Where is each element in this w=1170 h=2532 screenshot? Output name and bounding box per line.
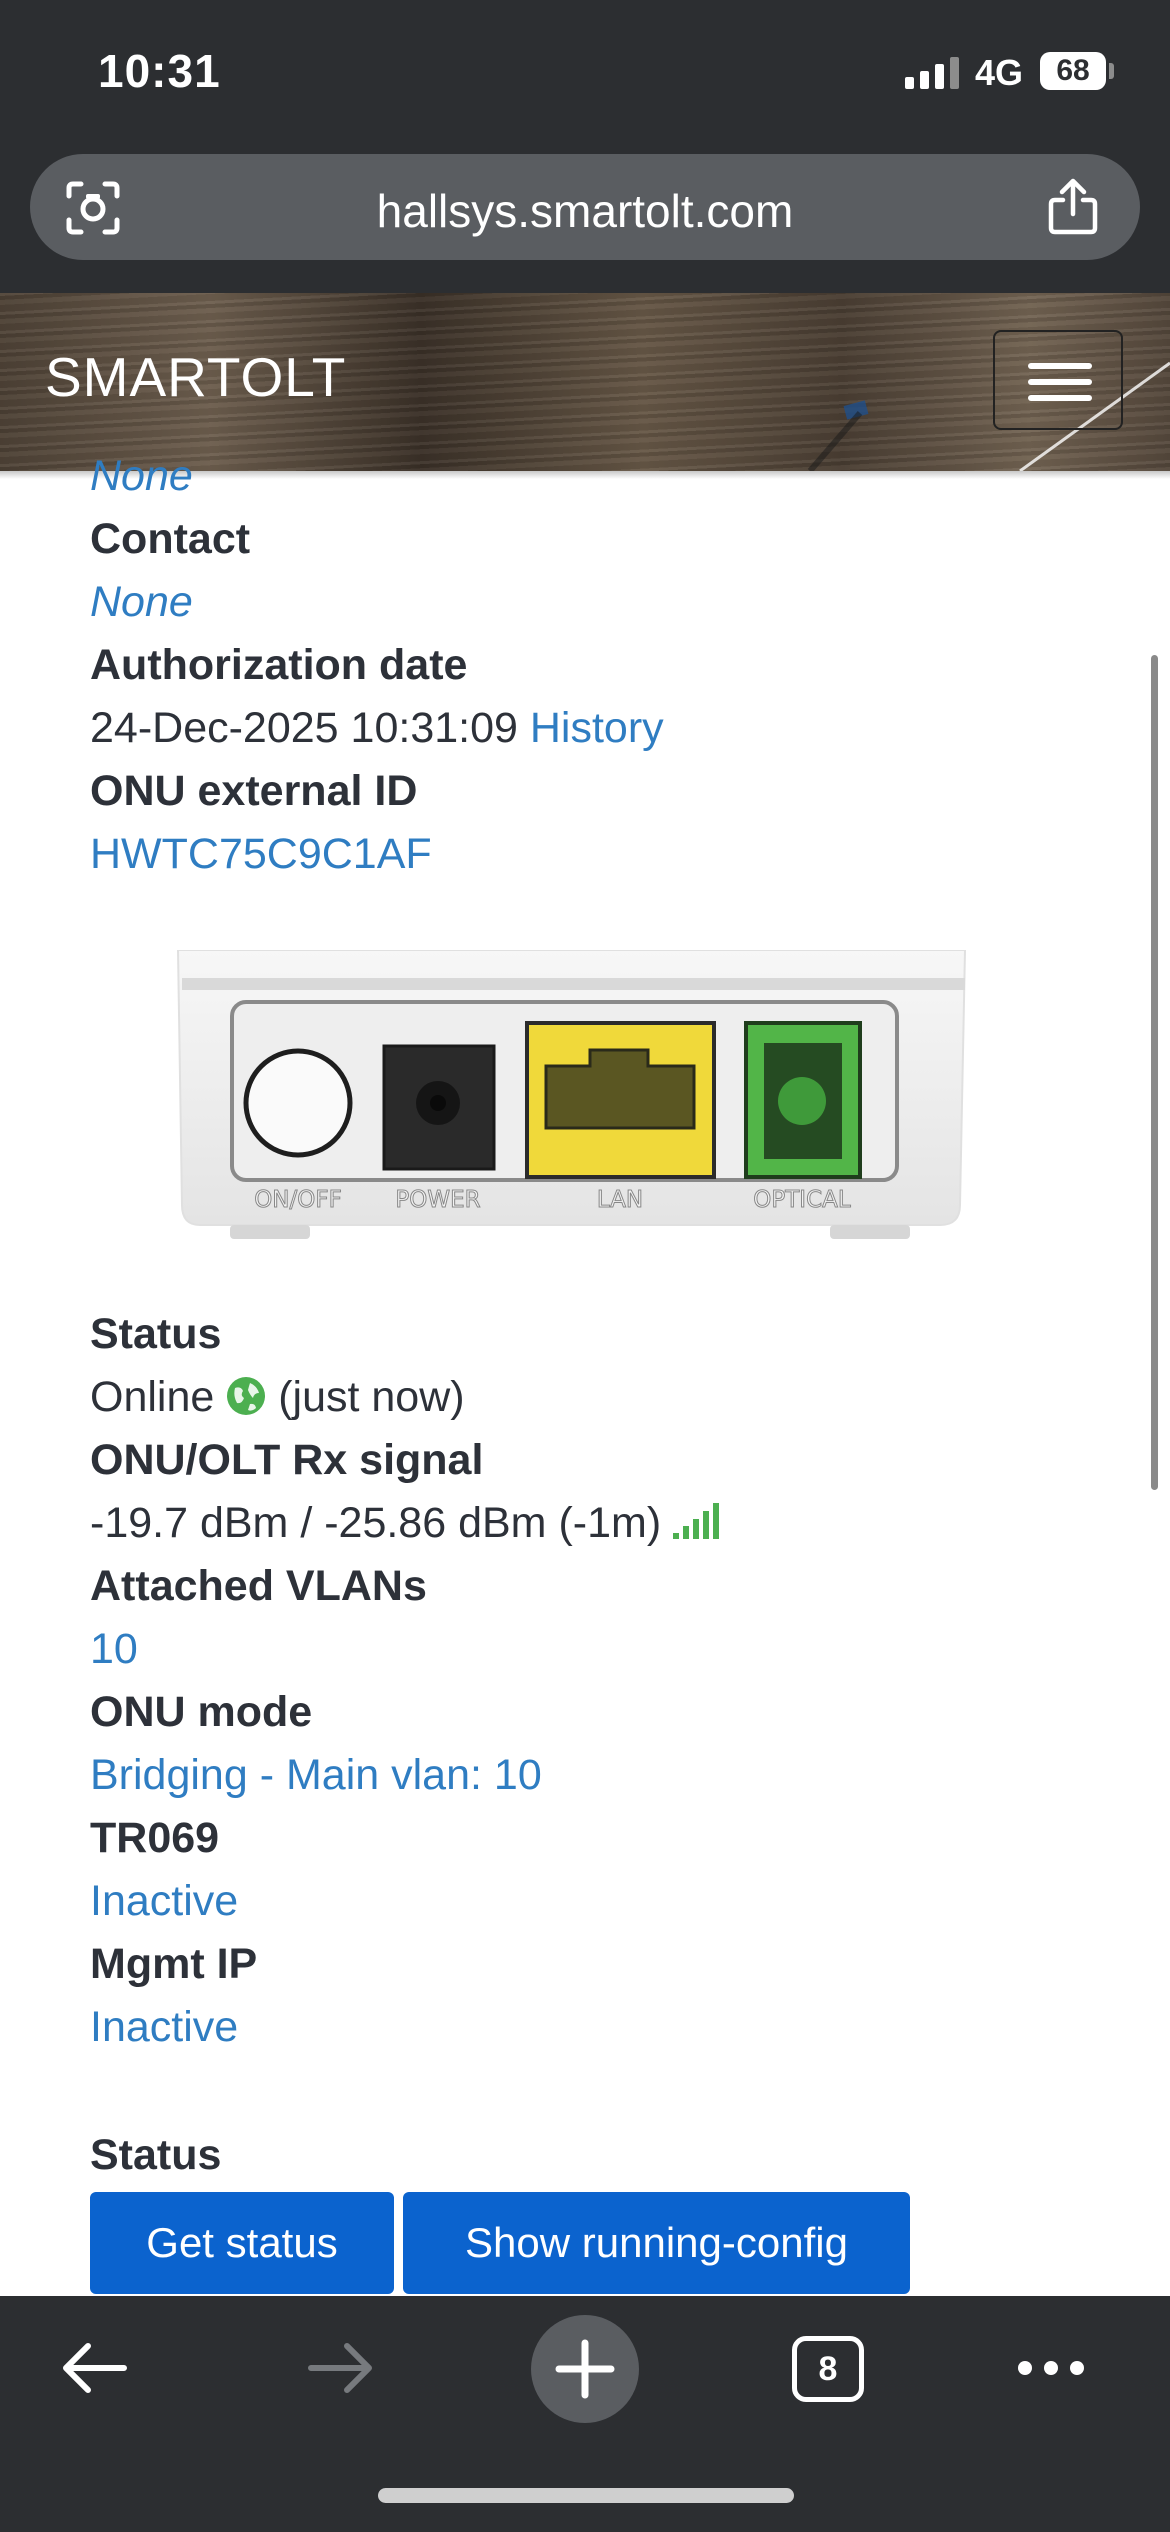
external-id-value[interactable]: HWTC75C9C1AF bbox=[90, 830, 432, 879]
rx-signal-value: -19.7 dBm / -25.86 dBm (-1m) bbox=[90, 1499, 662, 1547]
tr069-value[interactable]: Inactive bbox=[90, 1877, 238, 1926]
site-header: SMARTOLT bbox=[0, 293, 1170, 471]
history-link[interactable]: History bbox=[530, 704, 664, 752]
cellular-signal-icon bbox=[905, 57, 959, 89]
partial-value[interactable]: None bbox=[90, 452, 193, 501]
mgmt-ip-label: Mgmt IP bbox=[90, 1940, 258, 1988]
globe-icon bbox=[227, 1377, 266, 1415]
onu-mode-label: ONU mode bbox=[90, 1688, 313, 1736]
share-icon[interactable] bbox=[1046, 178, 1100, 236]
actions-status-label: Status bbox=[90, 2131, 222, 2179]
rx-signal-row: -19.7 dBm / -25.86 dBm (-1m) bbox=[90, 1499, 721, 1548]
onu-mode-value[interactable]: Bridging - Main vlan: 10 bbox=[90, 1751, 542, 1800]
clock: 10:31 bbox=[98, 45, 221, 97]
network-type: 4G bbox=[975, 52, 1024, 93]
get-status-button[interactable]: Get status bbox=[90, 2192, 394, 2294]
rx-signal-label: ONU/OLT Rx signal bbox=[90, 1436, 484, 1484]
url-text: hallsys.smartolt.com bbox=[376, 185, 794, 237]
onu-device-image: ON/OFF POWER LAN OPTICAL bbox=[176, 950, 967, 1239]
port-label-optical: OPTICAL bbox=[753, 1187, 851, 1213]
show-running-config-button[interactable]: Show running-config bbox=[403, 2192, 910, 2294]
address-bar[interactable]: hallsys.smartolt.com bbox=[30, 154, 1140, 260]
tr069-label: TR069 bbox=[90, 1814, 220, 1862]
contact-value[interactable]: None bbox=[90, 578, 193, 627]
back-icon[interactable] bbox=[58, 2338, 130, 2398]
scrollbar[interactable] bbox=[1151, 655, 1158, 1490]
status-bar: 10:31 4G 68 bbox=[0, 0, 1170, 145]
plus-icon bbox=[555, 2339, 615, 2399]
status-row: Online (just now) bbox=[90, 1373, 465, 1422]
status-label: Status bbox=[90, 1310, 222, 1358]
mgmt-ip-value[interactable]: Inactive bbox=[90, 2003, 238, 2052]
authorization-date-label: Authorization date bbox=[90, 641, 468, 689]
port-label-power: POWER bbox=[395, 1187, 480, 1213]
signal-bars-icon bbox=[673, 1503, 720, 1539]
authorization-date-value: 24-Dec-2025 10:31:09 bbox=[90, 704, 518, 752]
battery-icon: 68 bbox=[1040, 52, 1106, 90]
vlans-value[interactable]: 10 bbox=[90, 1625, 138, 1674]
brand-logo[interactable]: SMARTOLT bbox=[45, 345, 346, 409]
home-indicator[interactable] bbox=[378, 2488, 794, 2503]
status-value: Online bbox=[90, 1373, 215, 1421]
port-label-onoff: ON/OFF bbox=[254, 1187, 342, 1213]
contact-label: Contact bbox=[90, 515, 251, 563]
browser-toolbar: hallsys.smartolt.com bbox=[0, 145, 1170, 293]
forward-icon[interactable] bbox=[305, 2338, 377, 2398]
external-id-label: ONU external ID bbox=[90, 767, 418, 815]
new-tab-button[interactable] bbox=[531, 2315, 639, 2423]
authorization-date-row: 24-Dec-2025 10:31:09 History bbox=[90, 704, 664, 753]
port-label-lan: LAN bbox=[597, 1187, 643, 1213]
battery-tip bbox=[1109, 63, 1114, 79]
vlans-label: Attached VLANs bbox=[90, 1562, 427, 1610]
menu-icon[interactable] bbox=[993, 330, 1123, 430]
more-icon[interactable] bbox=[1015, 2358, 1087, 2378]
status-time: (just now) bbox=[278, 1373, 465, 1421]
tabs-icon[interactable]: 8 bbox=[792, 2336, 864, 2402]
